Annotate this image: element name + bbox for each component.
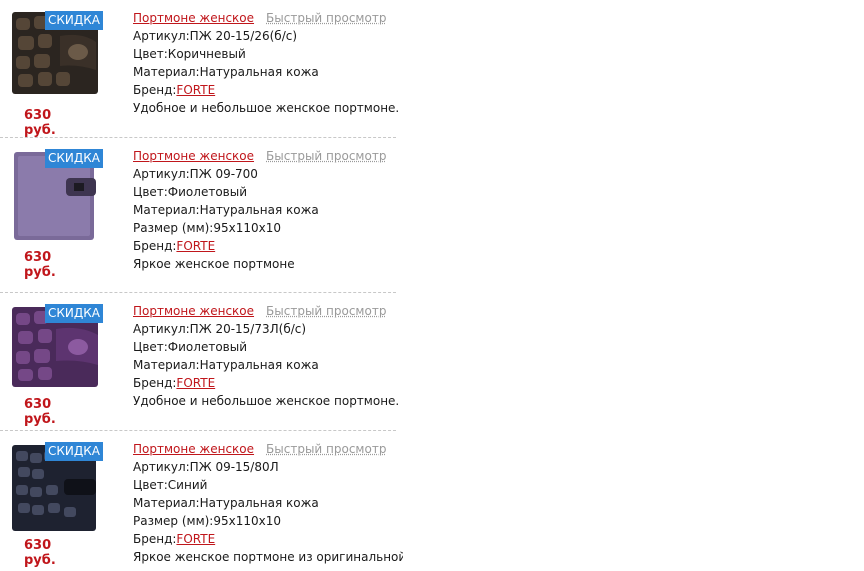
product-color: Цвет:Коричневый <box>133 47 246 61</box>
brand-link[interactable]: FORTE <box>176 83 215 97</box>
product-info: Портмоне женское Быстрый просмотр Артикул… <box>133 147 403 273</box>
product-price: 630 руб. <box>24 108 56 138</box>
product-title-link[interactable]: Портмоне женское <box>133 304 254 318</box>
product-color: Цвет:Синий <box>133 478 208 492</box>
product-color: Цвет:Фиолетовый <box>133 340 248 354</box>
product-title-link[interactable]: Портмоне женское <box>133 442 254 456</box>
brand-label: Бренд: <box>133 376 177 390</box>
brand-label: Бренд: <box>133 532 177 546</box>
brand-link[interactable]: FORTE <box>176 239 215 253</box>
product-article: Артикул:ПЖ 20-15/73Л(б/с) <box>133 322 307 336</box>
product-color: Цвет:Фиолетовый <box>133 185 248 199</box>
product-description: Удобное и небольшое женское портмоне. <box>133 101 400 115</box>
product-title-link[interactable]: Портмоне женское <box>133 149 254 163</box>
product-price: 630 руб. <box>24 538 56 568</box>
product-article: Артикул:ПЖ 09-15/80Л <box>133 460 279 474</box>
product-info: Портмоне женское Быстрый просмотр Артикул… <box>133 9 403 117</box>
product-card: СКИДКА 630 руб. Портмоне женское Быстрый … <box>0 138 396 293</box>
quick-view-link[interactable]: Быстрый просмотр <box>266 304 386 318</box>
product-size: Размер (мм):95х110х10 <box>133 514 281 528</box>
brand-label: Бренд: <box>133 239 177 253</box>
product-title-link[interactable]: Портмоне женское <box>133 11 254 25</box>
product-article: Артикул:ПЖ 20-15/26(б/с) <box>133 29 298 43</box>
product-material: Материал:Натуральная кожа <box>133 65 319 79</box>
product-card: СКИДКА 630 руб. Портмоне женское Быстрый … <box>0 293 399 431</box>
product-card: СКИДКА 630 руб. Портмоне женское Быстрый … <box>0 431 403 571</box>
discount-badge: СКИДКА <box>45 304 103 323</box>
discount-badge: СКИДКА <box>45 149 103 168</box>
product-material: Материал:Натуральная кожа <box>133 358 319 372</box>
discount-badge: СКИДКА <box>45 442 103 461</box>
brand-link[interactable]: FORTE <box>176 532 215 546</box>
quick-view-link[interactable]: Быстрый просмотр <box>266 442 386 456</box>
product-info: Портмоне женское Быстрый просмотр Артикул… <box>133 302 403 410</box>
quick-view-link[interactable]: Быстрый просмотр <box>266 11 386 25</box>
product-description: Яркое женское портмоне <box>133 257 295 271</box>
product-description: Яркое женское портмоне из оригинальной к… <box>133 550 403 564</box>
product-price: 630 руб. <box>24 250 56 280</box>
product-material: Материал:Натуральная кожа <box>133 203 319 217</box>
product-description: Удобное и небольшое женское портмоне. <box>133 394 400 408</box>
product-size: Размер (мм):95х110х10 <box>133 221 281 235</box>
discount-badge: СКИДКА <box>45 11 103 30</box>
product-price: 630 руб. <box>24 397 56 427</box>
product-article: Артикул:ПЖ 09-700 <box>133 167 258 181</box>
product-card: СКИДКА 630 руб. Портмоне женское Быстрый … <box>0 0 399 138</box>
quick-view-link[interactable]: Быстрый просмотр <box>266 149 386 163</box>
product-material: Материал:Натуральная кожа <box>133 496 319 510</box>
product-info: Портмоне женское Быстрый просмотр Артикул… <box>133 440 403 566</box>
brand-link[interactable]: FORTE <box>176 376 215 390</box>
brand-label: Бренд: <box>133 83 177 97</box>
